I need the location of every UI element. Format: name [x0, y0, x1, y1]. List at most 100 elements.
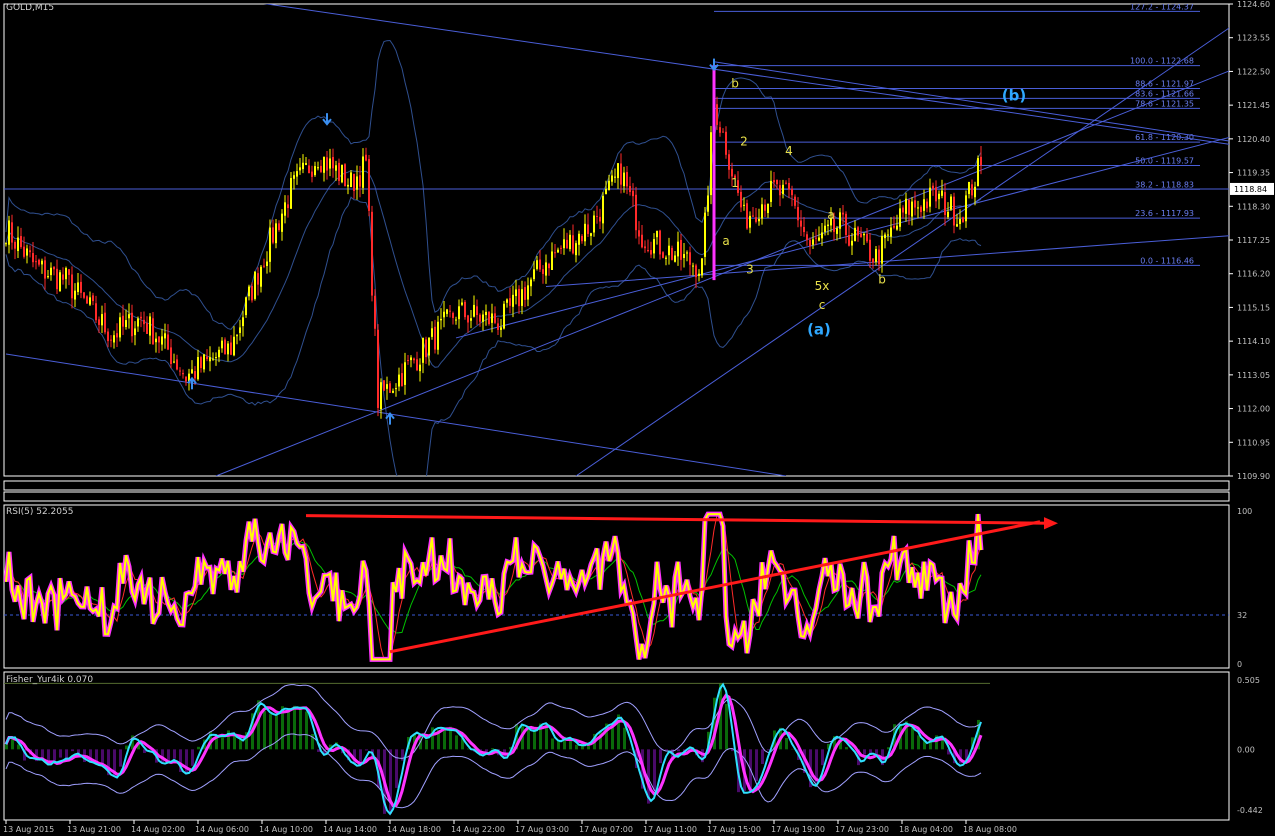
fisher-histogram-bar: [653, 749, 656, 791]
candle-body: [278, 223, 280, 231]
candle-body: [716, 104, 718, 125]
fisher-histogram-bar: [293, 705, 296, 750]
candle-body: [155, 338, 157, 343]
time-tick-label: 17 Aug 11:00: [643, 825, 697, 834]
time-tick-label: 17 Aug 19:00: [771, 825, 825, 834]
candle-body: [101, 314, 103, 326]
fisher-histogram-bar: [59, 749, 62, 758]
candle-body: [695, 265, 697, 278]
candle-body: [533, 269, 535, 280]
candle-body: [485, 311, 487, 316]
candle-body: [944, 192, 946, 215]
candle-body: [863, 233, 865, 236]
candle-body: [629, 186, 631, 193]
candle-body: [809, 239, 811, 247]
candle-body: [866, 233, 868, 242]
candle-body: [596, 215, 598, 217]
fisher-histogram-bar: [785, 738, 788, 750]
candle-body: [473, 304, 475, 317]
fisher-tick-label: 0.505: [1237, 676, 1260, 685]
candle-body: [626, 172, 628, 187]
candle-body: [929, 187, 931, 207]
candle-body: [152, 318, 154, 345]
price-tick-label: 1112.00: [1237, 405, 1270, 414]
candle-body: [491, 313, 493, 323]
candle-body: [404, 362, 406, 385]
candle-body: [242, 317, 244, 327]
candle-body: [542, 269, 544, 274]
candle-body: [605, 188, 607, 195]
candle-body: [740, 191, 742, 208]
candle-body: [209, 357, 211, 362]
candle-body: [755, 217, 757, 222]
candle-body: [368, 159, 370, 211]
candle-body: [215, 357, 217, 359]
price-tick-label: 1116.20: [1237, 270, 1270, 279]
candle-body: [674, 255, 676, 262]
candle-body: [773, 180, 775, 183]
candle-body: [140, 316, 142, 319]
candle-body: [665, 257, 667, 259]
candle-body: [761, 204, 763, 219]
candle-body: [836, 228, 838, 234]
candle-body: [329, 158, 331, 169]
candle-body: [563, 239, 565, 249]
chart-title: GOLD,M15: [6, 3, 55, 13]
candle-body: [29, 250, 31, 253]
candle-body: [167, 334, 169, 350]
candle-body: [428, 337, 430, 356]
candle-body: [185, 376, 187, 382]
time-tick-label: 18 Aug 08:00: [963, 825, 1017, 834]
candle-body: [698, 273, 700, 276]
candle-body: [686, 252, 688, 254]
wave-label: (b): [1002, 86, 1026, 104]
candle-body: [68, 269, 70, 275]
candle-body: [788, 182, 790, 190]
candle-body: [926, 201, 928, 209]
candle-body: [452, 312, 454, 318]
candle-body: [782, 184, 784, 195]
fisher-pane[interactable]: [4, 682, 990, 816]
candle-body: [608, 180, 610, 191]
candle-body: [635, 194, 637, 231]
candle-body: [962, 217, 964, 223]
fisher-histogram-bar: [173, 749, 176, 759]
candle-body: [353, 173, 355, 191]
wave-label: 3: [746, 263, 754, 277]
candle-body: [53, 266, 55, 270]
time-tick-label: 18 Aug 04:00: [899, 825, 953, 834]
candle-body: [86, 296, 88, 304]
candle-body: [581, 235, 583, 242]
fib-level-label: 0.0 - 1116.46: [1140, 256, 1194, 265]
fisher-histogram-bar: [395, 749, 398, 788]
candle-body: [11, 222, 13, 243]
candle-body: [746, 203, 748, 229]
candle-body: [680, 239, 682, 260]
time-tick-label: 14 Aug 10:00: [259, 825, 313, 834]
wave-label: 5x: [815, 279, 830, 293]
candle-body: [896, 225, 898, 230]
candle-body: [158, 336, 160, 343]
candle-body: [764, 204, 766, 211]
candle-body: [44, 260, 46, 279]
candle-body: [218, 349, 220, 358]
candle-body: [74, 290, 76, 300]
candle-body: [566, 239, 568, 249]
candle-body: [908, 199, 910, 215]
candle-body: [62, 274, 64, 280]
candle-body: [941, 190, 943, 196]
price-pane[interactable]: 127.2 - 1124.37100.0 - 1122.6888.6 - 112…: [4, 0, 1236, 508]
candle-body: [200, 357, 202, 369]
candle-body: [80, 281, 82, 293]
wave-label: a: [827, 208, 834, 222]
fisher-histogram-bar: [677, 749, 680, 752]
candle-body: [17, 237, 19, 252]
candle-body: [530, 279, 532, 287]
rsi-pane[interactable]: [4, 511, 1229, 662]
candle-body: [413, 358, 415, 361]
candle-body: [347, 184, 349, 187]
candle-body: [893, 225, 895, 228]
candle-body: [647, 250, 649, 252]
candle-body: [425, 339, 427, 358]
candle-body: [458, 306, 460, 320]
